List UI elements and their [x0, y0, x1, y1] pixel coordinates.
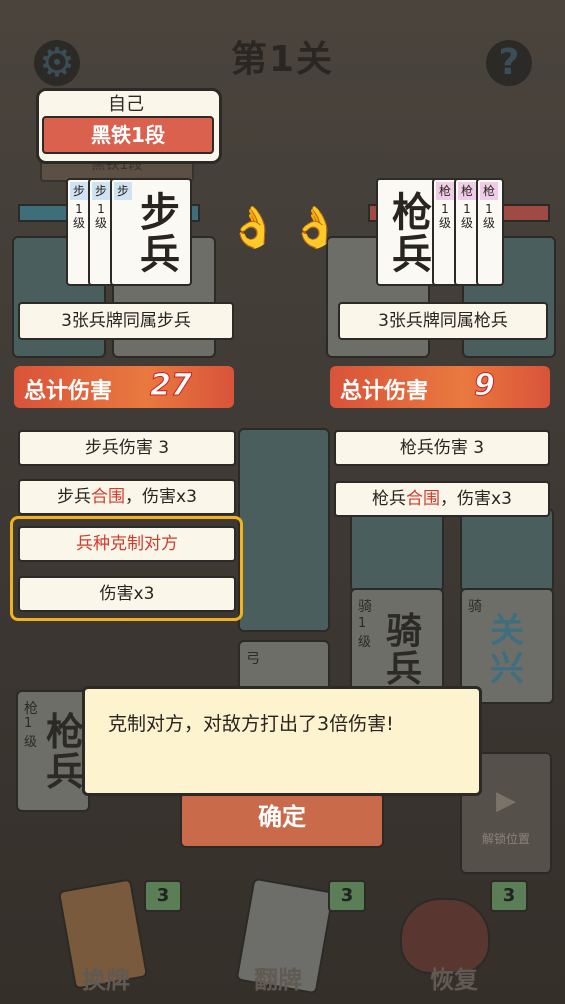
breakdown-text: ，伤害x3: [125, 487, 197, 507]
unit-level: 1级: [358, 616, 372, 650]
main-card-name: 枪兵: [392, 189, 432, 278]
unlock-slot-label: 解锁位置: [481, 832, 530, 846]
unit-name: 枪兵: [46, 709, 85, 794]
level-title: 第1关: [230, 39, 335, 80]
flip-tool-label[interactable]: 翻牌: [254, 960, 302, 995]
unit-tag: 步: [114, 182, 132, 200]
restore-tool-label[interactable]: 恢复: [430, 960, 478, 995]
unit-tag: 骑: [468, 599, 482, 615]
unit-tag: 枪: [480, 182, 498, 200]
left-breakdown-2: 步兵合围，伤害x3: [18, 479, 236, 515]
breakdown-highlight: 合围: [406, 489, 441, 509]
unit-level: 1级: [460, 202, 473, 230]
right-damage-value: 9: [474, 368, 496, 404]
unit-tag: 枪: [24, 701, 38, 717]
help-button[interactable]: ?: [486, 40, 532, 86]
unit-name: 骑兵: [386, 610, 423, 690]
right-breakdown-1: 枪兵伤害 3: [334, 430, 550, 466]
unit-tag: 枪: [436, 182, 454, 200]
restore-count: 3: [490, 880, 528, 912]
left-main-card: 步 步兵: [110, 178, 192, 286]
board-spear-card: 枪 1级 枪兵: [16, 690, 90, 812]
swap-tool-label[interactable]: 换牌: [82, 960, 130, 995]
board-slot: [350, 508, 444, 592]
breakdown-text: 步兵: [57, 487, 92, 507]
left-breakdown-1: 步兵伤害 3: [18, 430, 236, 466]
unit-tag: 步: [92, 182, 110, 200]
right-combo-label: 3张兵牌同属枪兵: [338, 302, 548, 340]
player-name: 自己: [108, 94, 144, 115]
unit-level: 1级: [24, 716, 38, 750]
ok-hand-icon: 👌: [290, 205, 340, 251]
unit-level: 1级: [482, 202, 495, 230]
question-icon: ?: [498, 42, 520, 83]
swap-count: 3: [144, 880, 182, 912]
unit-level: 1级: [94, 202, 107, 230]
right-breakdown-2: 枪兵合围，伤害x3: [334, 481, 550, 517]
unit-tag: 枪: [458, 182, 476, 200]
breakdown-text: ，伤害x3: [440, 489, 512, 509]
unit-level: 1级: [72, 202, 85, 230]
unit-tag: 骑: [358, 599, 372, 615]
player-rank: 黑铁1段: [42, 116, 214, 154]
unit-tag: 弓: [246, 651, 260, 667]
left-breakdown-3: 兵种克制对方: [18, 526, 236, 562]
left-breakdown-4: 伤害x3: [18, 576, 236, 612]
board-slot: [460, 508, 554, 592]
dialog-message: 克制对方，对敌方打出了3倍伤害!: [108, 713, 394, 735]
ok-hand-icon: 👌: [228, 205, 278, 251]
unit-tag: 步: [70, 182, 88, 200]
breakdown-text: 枪兵: [372, 489, 407, 509]
main-card-name: 步兵: [140, 189, 180, 278]
unit-level: 1级: [438, 202, 451, 230]
breakdown-highlight: 合围: [91, 487, 126, 507]
left-damage-label: 总计伤害: [24, 379, 113, 404]
left-combo-label: 3张兵牌同属步兵: [18, 302, 234, 340]
message-dialog[interactable]: [82, 686, 482, 796]
right-damage-label: 总计伤害: [340, 379, 429, 404]
hero-name: 关兴: [490, 611, 524, 689]
flip-count: 3: [328, 880, 366, 912]
breakdown-highlight: 兵种克制对方: [76, 534, 178, 554]
right-small-card-3: 枪 1级: [476, 178, 504, 286]
confirm-label: 确定: [258, 803, 306, 831]
confirm-button[interactable]: 确定: [180, 792, 384, 848]
board-deck-stack: [238, 428, 330, 632]
left-damage-value: 27: [150, 368, 193, 404]
